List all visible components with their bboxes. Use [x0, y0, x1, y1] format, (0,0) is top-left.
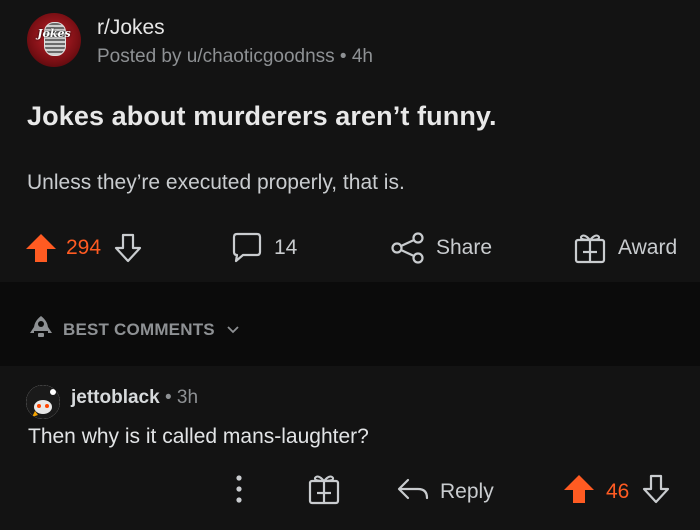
reply-arrow-icon — [396, 474, 430, 510]
comment-text: Then why is it called mans-laughter? — [28, 425, 369, 448]
post-score: 294 — [66, 236, 102, 259]
post-card: Jokes r/Jokes Posted by u/chaoticgoodnss… — [0, 0, 700, 282]
chevron-down-icon — [227, 321, 239, 339]
post-vote-group: 294 — [24, 230, 143, 266]
gift-icon — [306, 472, 342, 512]
post-body: Unless they’re executed properly, that i… — [27, 171, 405, 194]
share-icon — [390, 231, 426, 265]
comment-bubble-icon — [230, 231, 264, 265]
upvote-icon[interactable] — [562, 472, 596, 512]
user-avatar[interactable] — [26, 385, 60, 419]
upvote-icon[interactable] — [24, 231, 58, 265]
subreddit-avatar[interactable]: Jokes — [27, 13, 81, 67]
comment-score: 46 — [606, 480, 630, 503]
downvote-icon[interactable] — [641, 473, 671, 511]
comment-username[interactable]: jettoblack — [71, 387, 160, 408]
reply-button[interactable]: Reply — [396, 472, 494, 512]
downvote-icon[interactable] — [113, 232, 143, 264]
comment-username-row: jettoblack • 3h — [71, 387, 198, 409]
comments-button[interactable]: 14 — [230, 230, 297, 266]
award-button[interactable]: Award — [572, 230, 677, 266]
post-title: Jokes about murderers aren’t funny. — [27, 101, 497, 131]
comment-vote-group: 46 — [562, 472, 671, 512]
rocket-icon — [29, 314, 53, 345]
sort-dropdown[interactable]: BEST COMMENTS — [29, 314, 239, 345]
award-label: Award — [618, 236, 678, 259]
comments-count: 14 — [274, 236, 298, 259]
share-button[interactable]: Share — [390, 230, 492, 266]
post-meta: Posted by u/chaoticgoodnss • 4h — [97, 46, 374, 67]
subreddit-name[interactable]: r/Jokes — [97, 16, 165, 40]
comment-sort-bar: BEST COMMENTS — [0, 282, 700, 366]
reply-label: Reply — [440, 480, 494, 503]
comment-card: jettoblack • 3h Then why is it called ma… — [0, 366, 700, 530]
comment-time: • 3h — [159, 387, 199, 408]
share-label: Share — [436, 236, 493, 259]
vertical-dots-icon — [229, 472, 249, 512]
sort-label: BEST COMMENTS — [63, 319, 215, 339]
more-options-button[interactable] — [229, 472, 249, 512]
gift-icon — [572, 231, 608, 265]
comment-actions: Reply 46 — [0, 472, 700, 512]
comment-award-button[interactable] — [306, 472, 342, 512]
subreddit-logo-text: Jokes — [37, 27, 71, 40]
